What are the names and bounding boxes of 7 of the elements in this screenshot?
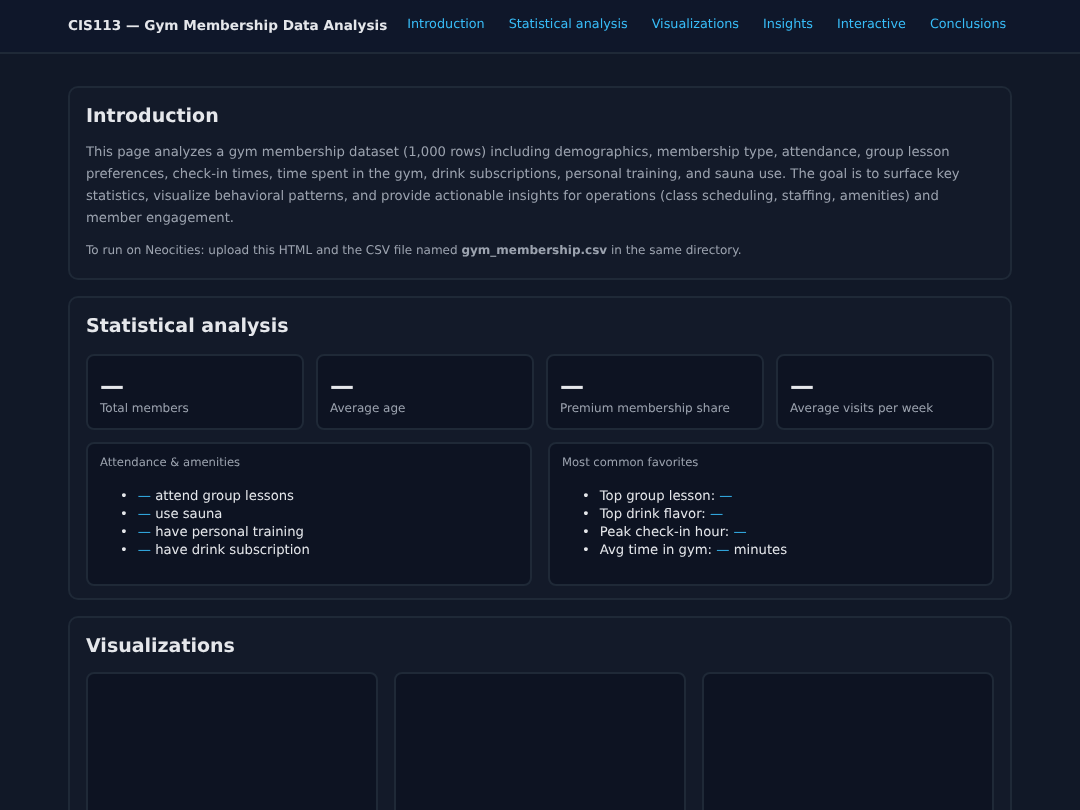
section-heading: Visualizations bbox=[86, 634, 237, 663]
stat-value: — bbox=[330, 371, 354, 399]
section-heading: Statistical analysis bbox=[86, 314, 291, 343]
stat-value: — bbox=[560, 371, 584, 399]
section-heading: Introduction bbox=[86, 104, 221, 132]
stat-value: — bbox=[790, 371, 814, 399]
stat-value: — bbox=[100, 371, 124, 399]
